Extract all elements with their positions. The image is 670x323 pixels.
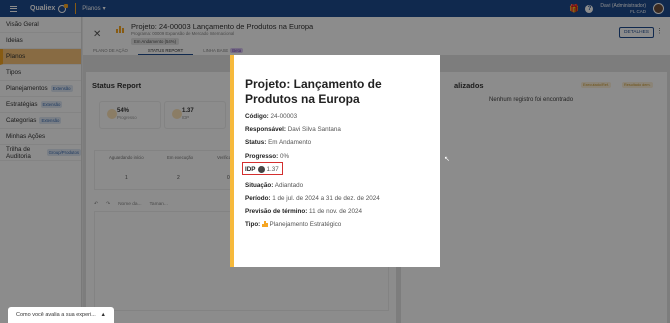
field-label: Situação: [245, 182, 274, 189]
codigo-row: Código: 24-00003 [245, 113, 297, 120]
modal-title: Projeto: Lançamento de Produtos na Europ… [245, 77, 382, 106]
field-value: 1 de jul. de 2024 a 31 de dez. de 2024 [272, 195, 380, 202]
field-label: Progresso: [245, 153, 279, 160]
status-row: Status: Em Andamento [245, 139, 311, 146]
help-icon[interactable]: ? [257, 166, 265, 173]
field-value: 1.37 [266, 166, 279, 174]
chevron-up-icon[interactable]: ▲ [101, 312, 106, 318]
idp-row: IDP? 1.37 [245, 166, 279, 173]
field-label: Responsável: [245, 126, 286, 133]
situacao-row: Situação: Adiantado [245, 182, 303, 189]
tipo-row: Tipo: Planejamento Estratégico [245, 221, 341, 228]
field-label: IDP [245, 166, 256, 174]
periodo-row: Período: 1 de jul. de 2024 a 31 de dez. … [245, 195, 380, 202]
bar-chart-icon [262, 221, 268, 228]
project-info-modal: Projeto: Lançamento de Produtos na Europ… [230, 55, 440, 267]
field-value: 24-00003 [270, 113, 298, 120]
field-label: Tipo: [245, 221, 261, 228]
field-label: Status: [245, 139, 267, 146]
field-label: Código: [245, 113, 269, 120]
progresso-row: Progresso: 0% [245, 153, 289, 160]
field-value: Em Andamento [268, 139, 312, 146]
feedback-widget[interactable]: Como você avalia a sua experi... ▲ [8, 307, 114, 323]
field-label: Período: [245, 195, 271, 202]
field-value: Davi Silva Santana [287, 126, 341, 133]
field-label: Previsão de término: [245, 208, 308, 215]
responsavel-row: Responsável: Davi Silva Santana [245, 126, 341, 133]
mouse-cursor-icon: ↖ [444, 156, 450, 163]
field-value: Planejamento Estratégico [269, 221, 342, 228]
field-value: 0% [280, 153, 290, 160]
field-value: Adiantado [274, 182, 304, 189]
field-value: 11 de nov. de 2024 [309, 208, 363, 215]
previsao-row: Previsão de término: 11 de nov. de 2024 [245, 208, 362, 215]
feedback-text: Como você avalia a sua experi... [16, 312, 96, 318]
